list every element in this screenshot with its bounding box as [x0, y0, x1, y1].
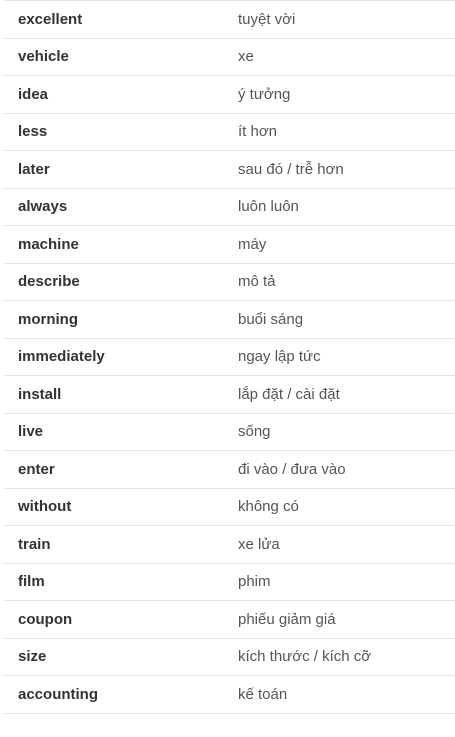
english-word: vehicle [18, 48, 69, 66]
english-word: enter [18, 460, 55, 478]
table-row: coupon phiếu giảm giá [4, 601, 455, 639]
english-word: always [18, 198, 68, 216]
vietnamese-meaning: máy [238, 235, 267, 253]
english-word: without [18, 498, 72, 516]
table-row: install lắp đặt / cài đặt [4, 376, 455, 414]
table-row: morning buổi sáng [4, 301, 455, 339]
vietnamese-meaning: kế toán [238, 685, 288, 703]
table-row: idea ý tưởng [4, 76, 455, 114]
english-word: train [18, 535, 51, 553]
english-word: size [18, 648, 47, 666]
table-row: train xe lửa [4, 526, 455, 564]
english-word: less [18, 123, 48, 141]
table-row: without không có [4, 488, 455, 526]
vietnamese-meaning: mô tả [238, 273, 276, 291]
english-word: describe [18, 273, 80, 291]
vietnamese-meaning: ngay lập tức [238, 348, 321, 366]
vietnamese-meaning: không có [238, 498, 299, 516]
vietnamese-meaning: ít hơn [238, 123, 278, 141]
vietnamese-meaning: xe lửa [238, 535, 280, 553]
table-row: vehicle xe [4, 38, 455, 76]
vietnamese-meaning: đi vào / đưa vào [238, 460, 346, 478]
vietnamese-meaning: buổi sáng [238, 310, 304, 328]
vietnamese-meaning: phiếu giảm giá [238, 610, 336, 628]
vocabulary-table: excellent tuyệt vời vehicle xe idea ý tư… [4, 0, 455, 714]
english-word: idea [18, 85, 49, 103]
table-row: later sau đó / trễ hơn [4, 151, 455, 189]
table-row: enter đi vào / đưa vào [4, 451, 455, 489]
vietnamese-meaning: ý tưởng [238, 85, 291, 103]
english-word: accounting [18, 685, 99, 703]
table-row: film phim [4, 563, 455, 601]
vietnamese-meaning: lắp đặt / cài đặt [238, 385, 340, 403]
vietnamese-meaning: tuyệt vời [238, 10, 296, 28]
table-row: immediately ngay lập tức [4, 338, 455, 376]
english-word: later [18, 160, 50, 178]
english-word: install [18, 385, 62, 403]
table-row: always luôn luôn [4, 188, 455, 226]
english-word: live [18, 423, 44, 441]
table-row: machine máy [4, 226, 455, 264]
english-word: immediately [18, 348, 105, 366]
table-row: excellent tuyệt vời [4, 1, 455, 39]
english-word: morning [18, 310, 78, 328]
table-row: size kích thước / kích cỡ [4, 638, 455, 676]
vietnamese-meaning: sống [238, 423, 271, 441]
table-row: accounting kế toán [4, 676, 455, 714]
vietnamese-meaning: xe [238, 48, 254, 66]
table-row: less ít hơn [4, 113, 455, 151]
english-word: excellent [18, 10, 83, 28]
vietnamese-meaning: luôn luôn [238, 198, 299, 216]
table-row: live sống [4, 413, 455, 451]
english-word: film [18, 573, 45, 591]
vietnamese-meaning: sau đó / trễ hơn [238, 160, 344, 178]
english-word: machine [18, 235, 79, 253]
vietnamese-meaning: phim [238, 573, 271, 591]
table-row: describe mô tả [4, 263, 455, 301]
vietnamese-meaning: kích thước / kích cỡ [238, 648, 372, 666]
english-word: coupon [18, 610, 73, 628]
